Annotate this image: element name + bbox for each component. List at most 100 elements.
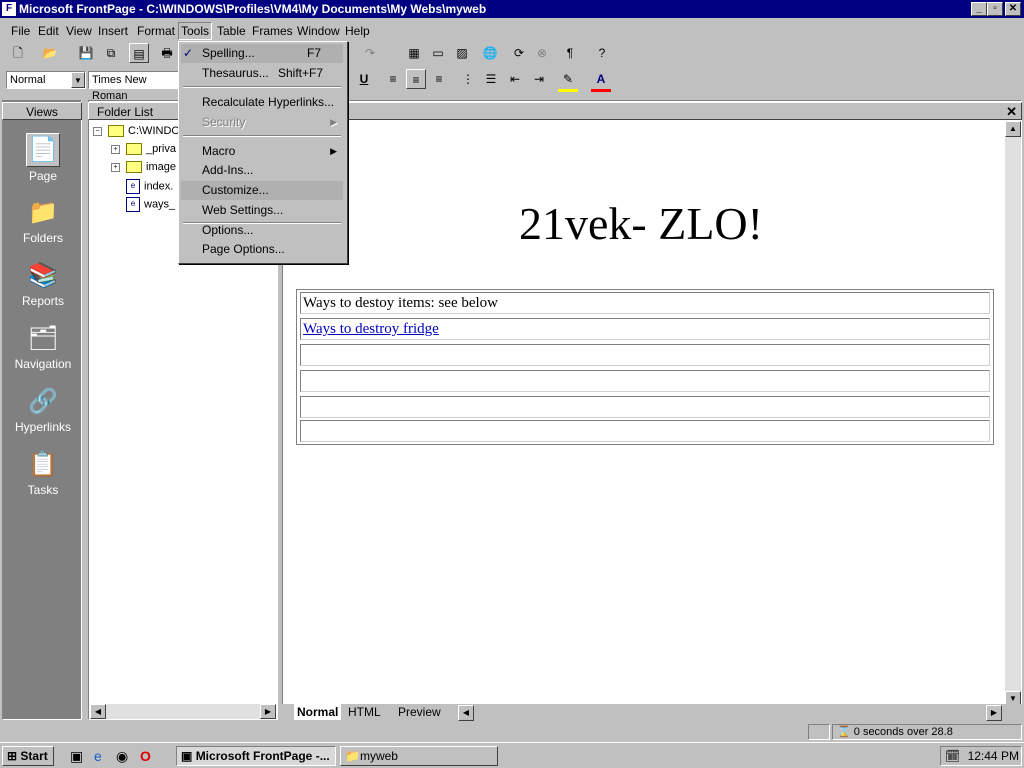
fridge-link[interactable]: Ways to destroy fridge xyxy=(303,321,439,337)
opera-icon[interactable]: O xyxy=(140,748,151,764)
insert-picture-icon[interactable]: ▨ xyxy=(452,43,472,63)
decrease-indent-icon[interactable]: ⇤ xyxy=(505,69,525,89)
font-value: Times New Roman xyxy=(92,74,147,102)
font-color-icon[interactable]: A xyxy=(591,69,611,92)
chevron-down-icon[interactable]: ▼ xyxy=(71,72,85,88)
menu-item-recalculate[interactable]: Recalculate Hyperlinks... xyxy=(181,93,343,112)
menu-item-security[interactable]: Security ▶ xyxy=(181,113,343,132)
menu-tools[interactable]: Tools xyxy=(178,22,213,40)
table-row[interactable] xyxy=(300,370,990,392)
internet-explorer-icon[interactable]: e xyxy=(94,748,102,764)
publish-icon[interactable]: ⧉ xyxy=(101,43,121,63)
font-dropdown[interactable]: Times New Roman xyxy=(88,71,180,102)
start-button[interactable]: ⊞ Start xyxy=(2,746,54,766)
view-reports-button[interactable]: 📚 Reports xyxy=(5,254,81,314)
expand-icon[interactable]: + xyxy=(111,162,120,172)
menu-item-thesaurus[interactable]: Thesaurus... Shift+F7 xyxy=(181,64,343,83)
print-icon[interactable]: 🖶 xyxy=(157,43,177,63)
table-row[interactable]: Ways to destroy fridge xyxy=(300,318,990,340)
desktop-icon[interactable]: ▣ xyxy=(70,748,83,765)
maximize-button[interactable]: ▫ xyxy=(987,2,1003,16)
menu-view[interactable]: View xyxy=(66,24,92,38)
page-editor[interactable]: 21vek- ZLO! Ways to destoy items: see be… xyxy=(282,100,1022,722)
menu-item-add-ins[interactable]: Add-Ins... xyxy=(181,161,343,180)
help-icon[interactable]: ? xyxy=(592,43,612,63)
clock[interactable]: 12:44 PM xyxy=(968,749,1019,763)
menu-window[interactable]: Window xyxy=(297,24,340,38)
folder-list-toggle-icon[interactable]: ▤ xyxy=(129,43,149,63)
highlight-color-icon[interactable]: ✎ xyxy=(558,69,578,92)
minimize-button[interactable]: _ xyxy=(971,2,987,16)
table-row[interactable]: Ways to destoy items: see below xyxy=(300,292,990,314)
task-myweb[interactable]: 📁myweb xyxy=(340,746,498,766)
channels-icon[interactable]: ◉ xyxy=(116,748,128,765)
frontpage-app-icon[interactable]: F xyxy=(2,2,16,16)
close-page-icon[interactable]: ✕ xyxy=(1006,104,1017,120)
tab-normal[interactable]: Normal xyxy=(294,704,342,720)
view-hyperlinks-button[interactable]: 🔗 Hyperlinks xyxy=(5,380,81,440)
menu-item-customize[interactable]: Customize... xyxy=(181,181,343,200)
scroll-up-icon[interactable]: ▲ xyxy=(1005,121,1021,137)
align-left-icon[interactable]: ≡ xyxy=(383,69,403,89)
menu-item-spelling[interactable]: ✓ Spelling... F7 xyxy=(181,44,343,63)
menu-item-options[interactable]: Options... xyxy=(181,221,343,240)
underline-icon[interactable]: U xyxy=(354,69,374,89)
show-all-icon[interactable]: ¶ xyxy=(560,43,580,63)
document-heading[interactable]: 21vek- ZLO! xyxy=(519,197,763,250)
table-row[interactable] xyxy=(300,420,990,442)
collapse-icon[interactable]: − xyxy=(93,126,102,136)
style-dropdown[interactable]: Normal ▼ xyxy=(6,71,86,89)
menu-frames[interactable]: Frames xyxy=(252,24,293,38)
view-page-button[interactable]: 📄 Page xyxy=(5,127,81,187)
new-page-icon[interactable]: 🗋 xyxy=(8,43,28,63)
scroll-left-icon[interactable]: ◀ xyxy=(90,704,106,719)
menu-item-page-options[interactable]: Page Options... xyxy=(181,240,343,259)
scroll-right-icon[interactable]: ▶ xyxy=(260,704,276,719)
menu-edit[interactable]: Edit xyxy=(38,24,59,38)
align-center-icon[interactable]: ≡ xyxy=(406,69,426,89)
folder-hscrollbar[interactable]: ◀ ▶ xyxy=(90,704,276,719)
task-frontpage[interactable]: ▣ Microsoft FrontPage -... xyxy=(176,746,336,766)
tree-root[interactable]: − C:\WINDO xyxy=(93,125,180,138)
insert-component-icon[interactable]: ▦ xyxy=(404,43,424,63)
numbered-list-icon[interactable]: ⋮ xyxy=(458,69,478,89)
menu-table[interactable]: Table xyxy=(217,24,246,38)
scroll-right-icon[interactable]: ▶ xyxy=(986,705,1002,721)
document-table[interactable]: Ways to destoy items: see below Ways to … xyxy=(296,289,994,445)
tab-html[interactable]: HTML xyxy=(348,704,381,720)
menu-item-web-settings[interactable]: Web Settings... xyxy=(181,201,343,220)
menu-help[interactable]: Help xyxy=(345,24,370,38)
refresh-icon[interactable]: ⟳ xyxy=(509,43,529,63)
table-row[interactable] xyxy=(300,344,990,366)
tree-item-ways[interactable]: e ways_ xyxy=(126,197,175,212)
open-folder-icon[interactable]: 📂 xyxy=(40,43,60,63)
menu-format[interactable]: Format xyxy=(137,24,175,38)
insert-table-icon[interactable]: ▭ xyxy=(428,43,448,63)
scroll-left-icon[interactable]: ◀ xyxy=(458,705,474,721)
expand-icon[interactable]: + xyxy=(111,144,120,154)
view-tasks-button[interactable]: 📋 Tasks xyxy=(5,443,81,503)
increase-indent-icon[interactable]: ⇥ xyxy=(529,69,549,89)
bullet-list-icon[interactable]: ☰ xyxy=(481,69,501,89)
editor-vscrollbar[interactable]: ▲ ▼ xyxy=(1005,121,1021,707)
menu-separator xyxy=(183,135,341,137)
view-folders-button[interactable]: 📁 Folders xyxy=(5,191,81,251)
save-icon[interactable]: 💾 xyxy=(76,43,96,63)
submenu-arrow-icon: ▶ xyxy=(330,146,337,156)
tree-item-private[interactable]: + _priva xyxy=(111,143,176,156)
stop-icon[interactable]: ⊗ xyxy=(532,43,552,63)
tree-item-images[interactable]: + image xyxy=(111,161,176,174)
redo-icon[interactable]: ↷ xyxy=(360,43,380,63)
scheduler-icon[interactable]: 🗓 xyxy=(945,749,960,763)
menu-file[interactable]: File xyxy=(11,24,30,38)
tab-preview[interactable]: Preview xyxy=(398,704,441,720)
menu-item-accel: Shift+F7 xyxy=(277,66,323,80)
align-right-icon[interactable]: ≡ xyxy=(429,69,449,89)
menu-item-macro[interactable]: Macro ▶ xyxy=(181,142,343,161)
tree-item-index[interactable]: e index. xyxy=(126,179,173,194)
view-navigation-button[interactable]: 🗂 Navigation xyxy=(5,317,81,377)
table-row[interactable] xyxy=(300,396,990,418)
hyperlink-icon[interactable]: 🌐 xyxy=(480,43,500,63)
menu-insert[interactable]: Insert xyxy=(98,24,128,38)
close-button[interactable]: ✕ xyxy=(1005,2,1021,16)
